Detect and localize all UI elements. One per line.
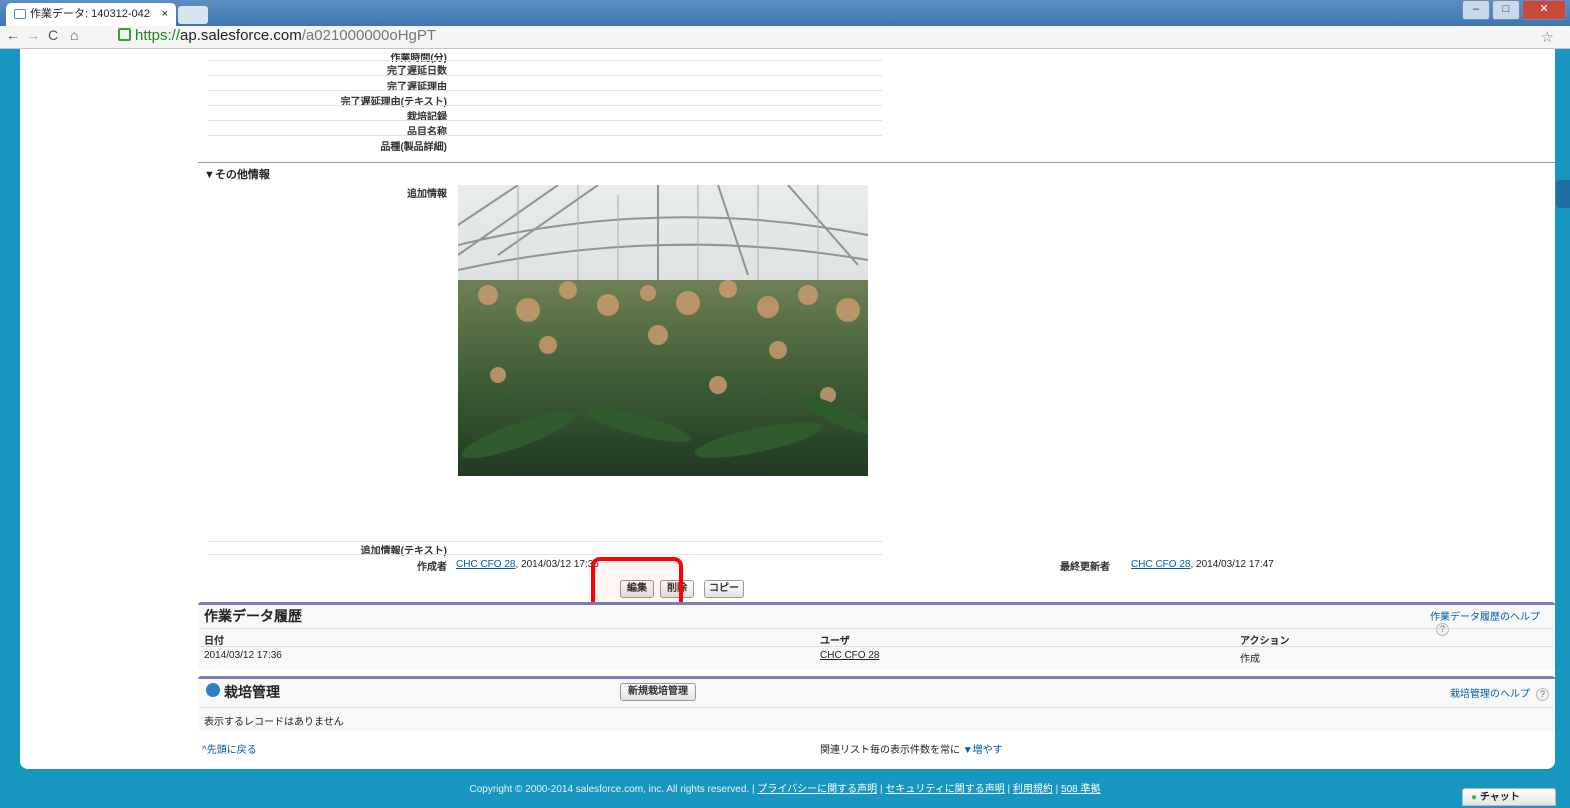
tab-title: 作業データ: 140312-042 (30, 8, 150, 20)
field-label-created-by: 作成者 (417, 562, 447, 573)
copyright-text: Copyright © 2000-2014 salesforce.com, in… (469, 784, 758, 795)
separator: | (1004, 784, 1013, 795)
chat-label: チャット (1479, 792, 1520, 803)
url-host: ap.salesforce.com (180, 27, 302, 44)
field-label-extra-info: 追加情報 (407, 189, 447, 200)
field-label-modified-by: 最終更新者 (1060, 562, 1110, 573)
back-to-top-link[interactable]: ^先頭に戻る (202, 741, 257, 756)
created-by-date: , 2014/03/12 17:36 (515, 559, 599, 570)
cultivation-object-icon (206, 683, 220, 697)
col-header-user: ユーザ (820, 636, 850, 647)
tab-close-icon[interactable]: × (162, 3, 168, 26)
close-window-icon[interactable]: ✕ (1522, 0, 1566, 20)
copy-button[interactable]: コピー (704, 580, 744, 598)
divider (208, 75, 882, 76)
chat-button[interactable]: ● チャット (1462, 788, 1556, 806)
lock-icon (118, 28, 131, 41)
divider (208, 90, 882, 91)
history-help-text: 作業データ履歴のヘルプ (1430, 612, 1540, 623)
cultivation-title: 栽培管理 (224, 684, 280, 700)
url-protocol: https:// (135, 27, 181, 44)
page-footer: Copyright © 2000-2014 salesforce.com, in… (0, 780, 1570, 795)
section-divider (198, 162, 1555, 163)
history-title: 作業データ履歴 (204, 608, 302, 624)
minimize-icon[interactable]: – (1462, 0, 1490, 20)
related-list-text: 関連リスト毎の表示件数を常に (820, 745, 960, 756)
history-row-date: 2014/03/12 17:36 (204, 650, 282, 661)
col-header-date: 日付 (204, 636, 224, 647)
terms-link[interactable]: 利用規約 (1013, 784, 1053, 795)
browser-toolbar: ← → C ⌂ https://ap.salesforce.com/a02100… (0, 26, 1570, 49)
url-path: /a021000000oHgPT (301, 27, 437, 44)
address-bar[interactable]: https://ap.salesforce.com/a021000000oHgP… (118, 27, 1558, 45)
cultivation-help-text: 栽培管理のヘルプ (1450, 689, 1530, 700)
window-controls: – □ ✕ (1462, 0, 1566, 20)
divider (208, 135, 882, 136)
cultivation-related-list (198, 676, 1555, 731)
accessibility-link[interactable]: 508 準拠 (1061, 784, 1100, 795)
reload-icon[interactable]: C (48, 27, 58, 43)
related-list-setting: 関連リスト毎の表示件数を常に ▼増やす (820, 741, 1003, 756)
increase-link[interactable]: ▼増やす (963, 745, 1003, 756)
help-icon: ? (1436, 623, 1449, 636)
separator: | (1052, 784, 1062, 795)
privacy-link[interactable]: プライバシーに関する声明 (757, 784, 877, 795)
salesforce-page: 作業時間(分) 完了遅延日数 完了遅延理由 完了遅延理由(テキスト) 栽培記録 … (20, 49, 1555, 769)
divider (208, 120, 882, 121)
col-header-action: アクション (1240, 636, 1290, 647)
cultivation-help-link[interactable]: 栽培管理のヘルプ? (1450, 685, 1549, 701)
browser-tab[interactable]: 作業データ: 140312-042 × (6, 3, 176, 26)
divider (200, 646, 1553, 647)
created-by-value: CHC CFO 28, 2014/03/12 17:36 (456, 559, 599, 570)
chat-icon: ● (1471, 792, 1478, 803)
browser-titlebar (0, 0, 1570, 26)
divider (208, 554, 882, 555)
sidebar-toggle-tab[interactable] (1556, 180, 1570, 208)
modified-by-value: CHC CFO 28, 2014/03/12 17:47 (1131, 559, 1274, 570)
section-other-info[interactable]: ▼その他情報 (204, 166, 270, 182)
history-row-action: 作成 (1240, 654, 1260, 665)
modified-by-date: , 2014/03/12 17:47 (1190, 559, 1274, 570)
home-icon[interactable]: ⌂ (70, 27, 78, 43)
new-tab-button[interactable] (178, 6, 208, 24)
help-icon: ? (1536, 688, 1549, 701)
divider (208, 60, 882, 61)
maximize-icon[interactable]: □ (1492, 0, 1520, 20)
bookmark-star-icon[interactable]: ☆ (1541, 28, 1554, 46)
field-label-variety: 品種(製品詳細) (380, 142, 447, 153)
history-help-link[interactable]: 作業データ履歴のヘルプ? (1430, 608, 1555, 636)
divider (200, 628, 1553, 629)
back-arrow-icon[interactable]: ← (6, 27, 20, 43)
forward-arrow-icon[interactable]: → (26, 27, 40, 43)
divider (208, 105, 882, 106)
created-by-user-link[interactable]: CHC CFO 28 (456, 559, 515, 570)
greenhouse-photo (458, 185, 868, 476)
page-favicon-icon (14, 9, 26, 20)
divider (208, 541, 882, 542)
security-link[interactable]: セキュリティに関する声明 (885, 784, 1004, 795)
no-records-message: 表示するレコードはありません (204, 717, 344, 728)
history-row-user-link[interactable]: CHC CFO 28 (820, 650, 879, 661)
modified-by-user-link[interactable]: CHC CFO 28 (1131, 559, 1190, 570)
divider (200, 707, 1553, 708)
new-cultivation-button[interactable]: 新規栽培管理 (620, 683, 696, 701)
